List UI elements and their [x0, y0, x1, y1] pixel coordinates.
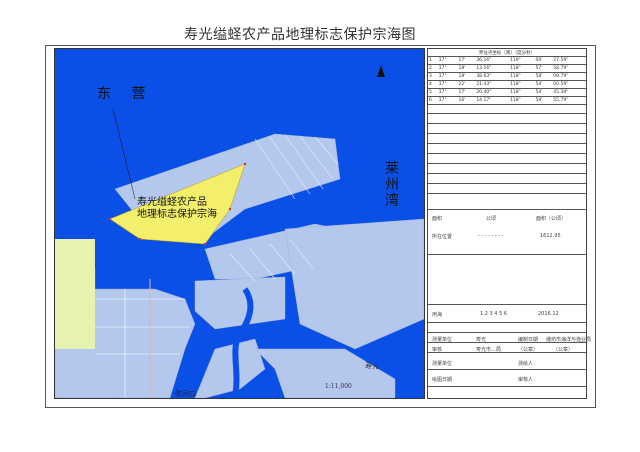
area-value-label: 面积（公顷）	[536, 216, 567, 222]
coord-row: 2 37° 18' 13.16" 118° 57' 58.79"	[428, 64, 586, 73]
coord-row: 6 37° 16' 14.17" 118° 59' 55.79"	[428, 96, 586, 105]
coord-cell: 20.40"	[475, 88, 509, 97]
label-dongying: 东 营	[97, 86, 154, 102]
coord-row: 4 37° 22' 21.43" 118° 54' 00.59"	[428, 80, 586, 89]
coord-cell: 16'	[457, 96, 476, 105]
coord-cell: 21.43"	[475, 80, 509, 89]
divider	[428, 133, 586, 134]
divider	[428, 304, 586, 305]
map-title: 寿光缢蛏农产品地理标志保护宗海图	[184, 27, 416, 43]
label-river-mouth: 弥河口	[175, 390, 196, 398]
coord-row: 5 37° 17' 20.40" 118° 54' 45.39"	[428, 88, 586, 97]
divider	[428, 153, 586, 154]
divider	[428, 332, 586, 333]
divider	[428, 163, 586, 164]
footer-cell: 审核	[432, 347, 443, 353]
footer-cell: 编制日期	[518, 337, 539, 343]
footer-cell: 测绘人	[518, 361, 534, 367]
divider	[428, 209, 586, 210]
coord-cell: 18'	[457, 64, 476, 73]
footer-cell: （公章）	[518, 347, 539, 353]
coordinate-table: 界址点坐标（南）（度分秒） 1 37° 17' 36.16" 119° 00' 27.59"…	[428, 49, 586, 105]
footer-cell: 寿光市…局	[476, 347, 502, 353]
divider	[428, 254, 586, 255]
coord-cell: 37°	[437, 80, 458, 89]
coord-cell: 59'	[534, 96, 553, 105]
coord-cell: 5	[428, 88, 438, 97]
coord-cell: 58.79"	[552, 64, 586, 73]
footer-cell: （公章）	[553, 347, 574, 353]
coord-cell: 00.59"	[552, 80, 586, 89]
coord-cell: 118°	[508, 64, 535, 73]
footer-cell: 绘图日期	[432, 377, 453, 383]
info-panel: 界址点坐标（南）（度分秒） 1 37° 17' 36.16" 119° 00' 27.59"…	[427, 48, 591, 399]
coord-cell: 57'	[534, 64, 553, 73]
coord-cell: 13.16"	[475, 64, 509, 73]
coord-cell: 54'	[534, 88, 553, 97]
footer-cell: 测量单位	[432, 361, 453, 367]
coord-cell: 37°	[437, 64, 458, 73]
area-value: 1612.95	[540, 233, 561, 239]
divider	[428, 369, 586, 370]
coord-cell: 38.63"	[475, 72, 509, 81]
coord-cell: 37°	[437, 88, 458, 97]
coord-row: 1 37° 17' 36.16" 119° 00' 27.59"	[428, 56, 586, 65]
coord-cell: 55.79"	[552, 96, 586, 105]
coord-cell: 118°	[508, 96, 535, 105]
coord-cell: 2	[428, 64, 438, 73]
coord-cell: 118°	[508, 88, 535, 97]
footer-cell: 寿光	[476, 337, 487, 343]
coord-cell: 37°	[437, 72, 458, 81]
coord-cell: 45.39"	[552, 88, 586, 97]
divider	[428, 193, 586, 194]
divider	[428, 123, 586, 124]
coord-cell: 6	[428, 96, 438, 105]
divider	[428, 322, 586, 323]
logo-mark: 寿光	[365, 362, 379, 370]
coord-cell: 58'	[534, 72, 553, 81]
coord-cell: 3	[428, 72, 438, 81]
coord-cell: 36.16"	[475, 56, 509, 65]
coord-cell: 00'	[534, 56, 553, 65]
divider	[428, 143, 586, 144]
location-dots: - - - - - - - -	[478, 233, 504, 239]
divider	[428, 113, 586, 114]
coord-cell: 09.79"	[552, 72, 586, 81]
coord-table-header: 界址点坐标（南）（度分秒）	[428, 49, 586, 57]
divider	[428, 173, 586, 174]
coord-cell: 119°	[508, 56, 535, 65]
divider	[428, 386, 586, 387]
coord-cell: 22'	[457, 80, 476, 89]
coord-cell: 17'	[457, 56, 476, 65]
label-laizhou-bay: 莱州湾	[385, 161, 399, 209]
coord-cell: 118°	[508, 80, 535, 89]
coord-cell: 1	[428, 56, 438, 65]
coord-cell: 14.17"	[475, 96, 509, 105]
area-unit: 公顷	[486, 216, 497, 222]
usage-label: 用海	[432, 312, 443, 318]
coord-cell: 37°	[437, 56, 458, 65]
coord-cell: 4	[428, 80, 438, 89]
map-area[interactable]: 东 营 莱州湾 寿光缢蛏农产品 地理标志保护宗海 1:11,000 弥河口 寿光	[54, 48, 425, 399]
coord-cell: 17'	[457, 88, 476, 97]
usage-codes: 1 2 3 4 5 6	[480, 311, 508, 317]
footer-cell: 审核人	[518, 377, 534, 383]
footer-cell: 测量单位	[432, 337, 453, 343]
usage-year: 2016.12	[538, 311, 559, 317]
footer-cell: 潍坊市海洋与渔业局	[546, 337, 592, 343]
divider	[428, 183, 586, 184]
scale-label: 1:11,000	[325, 383, 352, 390]
area-label: 面积	[432, 216, 443, 222]
green-area	[55, 239, 95, 349]
coord-row: 3 37° 18' 38.63" 118° 58' 09.79"	[428, 72, 586, 81]
coord-cell: 54'	[534, 80, 553, 89]
location-label: 所在位置	[432, 234, 453, 240]
coord-cell: 27.59"	[552, 56, 586, 65]
coord-cell: 118°	[508, 72, 535, 81]
coord-cell: 18'	[457, 72, 476, 81]
label-protected-zone: 寿光缢蛏农产品 地理标志保护宗海	[137, 197, 217, 220]
coord-cell: 37°	[437, 96, 458, 105]
